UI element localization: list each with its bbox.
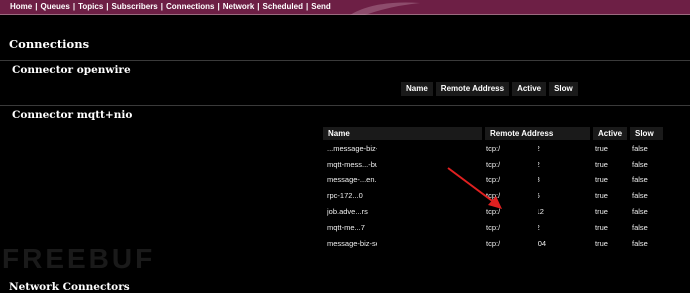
nav-separator: |	[160, 2, 164, 11]
red-arrow-annotation-icon	[447, 167, 502, 209]
openwire-header-active[interactable]: Active	[512, 82, 547, 96]
nav-connections[interactable]: Connections	[166, 2, 214, 11]
table-row: ...message-biz-se...ts tcp://...50:50922…	[323, 141, 663, 157]
nav-queues[interactable]: Queues	[40, 2, 69, 11]
active-value: true	[595, 191, 608, 200]
active-value: true	[595, 239, 608, 248]
active-value: true	[595, 223, 608, 232]
nav-separator: |	[72, 2, 76, 11]
openwire-header-name[interactable]: Name	[401, 82, 433, 96]
nav-links: Home | Queues | Topics | Subscribers | Connectio…	[10, 2, 331, 11]
mqtt-header-slow[interactable]: Slow	[630, 127, 663, 140]
slow-value: false	[632, 160, 648, 169]
slow-value: false	[632, 207, 648, 216]
nav-separator: |	[257, 2, 260, 11]
active-value: true	[595, 175, 608, 184]
nav-subscribers[interactable]: Subscribers	[112, 2, 158, 11]
table-row: message-biz-serv...-ms tcp://...0.50:509…	[323, 236, 663, 252]
mqtt-header-remote-address[interactable]: Remote Address	[485, 127, 590, 140]
nav-separator: |	[305, 2, 309, 11]
mqtt-connector-title: Connector mqtt+nio	[12, 109, 133, 121]
table-row: mqtt-me...7 tcp://...50:38222 true false	[323, 220, 663, 236]
divider	[0, 60, 690, 61]
openwire-table-header: Name Remote Address Active Slow	[401, 82, 578, 96]
mqtt-header-name[interactable]: Name	[323, 127, 482, 140]
openwire-header-remote-address[interactable]: Remote Address	[435, 82, 510, 96]
nav-topics[interactable]: Topics	[78, 2, 103, 11]
slow-value: false	[632, 175, 648, 184]
mqtt-table-header: Name Remote Address Active Slow	[323, 127, 663, 140]
network-connectors-title: Network Connectors	[9, 281, 130, 293]
nav-send[interactable]: Send	[311, 2, 331, 11]
feather-logo-icon	[350, 2, 420, 15]
slow-value: false	[632, 144, 648, 153]
slow-value: false	[632, 223, 648, 232]
top-navigation-bar: Home | Queues | Topics | Subscribers | Connectio…	[0, 0, 690, 15]
active-value: true	[595, 144, 608, 153]
openwire-connector-title: Connector openwire	[12, 64, 131, 76]
nav-separator: |	[106, 2, 109, 11]
divider	[0, 105, 690, 106]
nav-network[interactable]: Network	[223, 2, 255, 11]
nav-scheduled[interactable]: Scheduled	[263, 2, 303, 11]
nav-home[interactable]: Home	[10, 2, 32, 11]
active-value: true	[595, 160, 608, 169]
mqtt-header-active[interactable]: Active	[593, 127, 627, 140]
nav-separator: |	[217, 2, 220, 11]
openwire-header-slow[interactable]: Slow	[549, 82, 578, 96]
slow-value: false	[632, 239, 648, 248]
watermark-logo: FREEBUF	[2, 243, 156, 274]
active-value: true	[595, 207, 608, 216]
slow-value: false	[632, 191, 648, 200]
page-title: Connections	[9, 37, 90, 51]
